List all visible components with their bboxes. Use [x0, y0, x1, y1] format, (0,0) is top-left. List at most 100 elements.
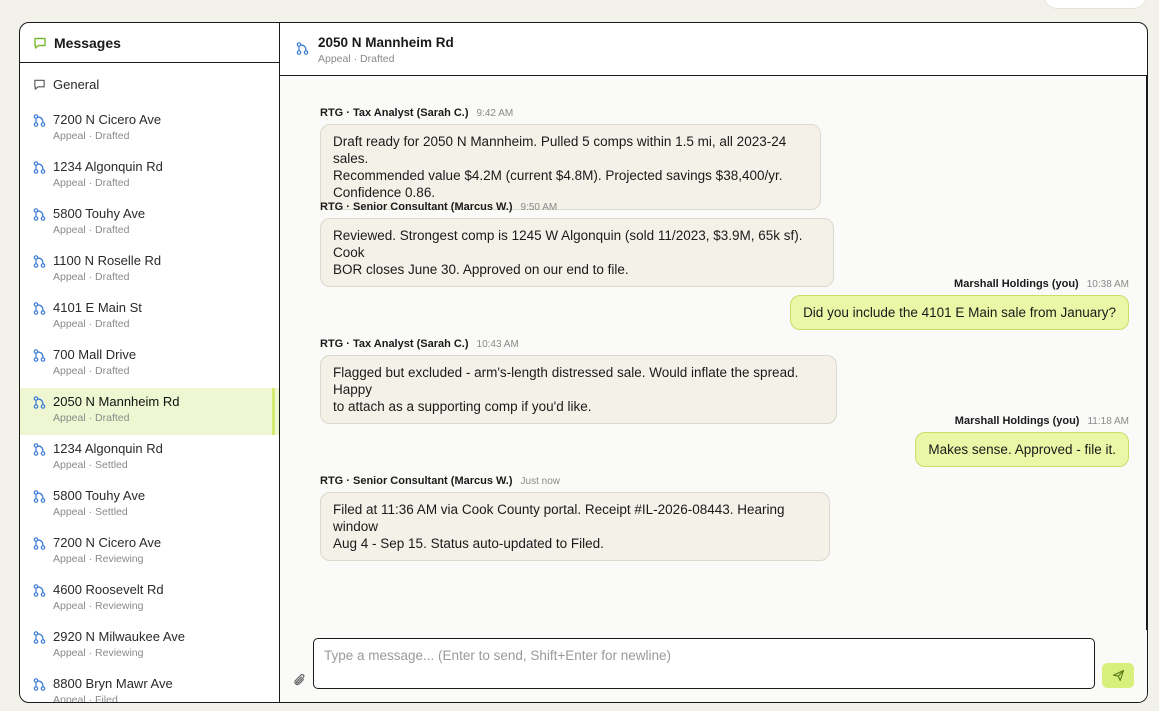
sidebar-conversation-item[interactable]: 7200 N Cicero Ave Appeal · Drafted — [20, 106, 279, 153]
message-sender: RTG · Tax Analyst (Sarah C.) — [320, 338, 469, 350]
sidebar-conversation-item[interactable]: 5800 Touhy Ave Appeal · Drafted — [20, 200, 279, 247]
message-bubble: Reviewed. Strongest comp is 1245 W Algon… — [320, 218, 834, 287]
chat-bubble-icon — [33, 78, 46, 91]
send-button[interactable] — [1102, 663, 1134, 688]
chat-title: 2050 N Mannheim Rd — [318, 35, 454, 50]
conversation-status: Appeal · Reviewing — [53, 553, 144, 565]
conversation-status: Appeal · Drafted — [53, 271, 130, 283]
conversation-name: 5800 Touhy Ave — [53, 488, 146, 503]
sidebar-header: Messages — [20, 23, 279, 63]
message-sender: RTG · Senior Consultant (Marcus W.) — [320, 475, 513, 487]
conversation-name: 2050 N Mannheim Rd — [53, 394, 180, 409]
chat-header: 2050 N Mannheim Rd Appeal · Drafted — [280, 23, 1147, 76]
sidebar-conversation-item[interactable]: 7200 N Cicero Ave Appeal · Reviewing — [20, 529, 279, 576]
conversation-name: 7200 N Cicero Ave — [53, 112, 162, 127]
git-branch-icon — [33, 161, 46, 174]
outgoing-message: Marshall Holdings (you) 10:38 AM Did you i… — [790, 277, 1129, 330]
message-line: Did you include the 4101 E Main sale fro… — [803, 305, 1116, 320]
conversation-status: Appeal · Drafted — [53, 365, 130, 377]
message-bubble: Makes sense. Approved - file it. — [915, 432, 1129, 467]
message-line: Filed at 11:36 AM via Cook County portal… — [333, 502, 785, 534]
outgoing-message: Marshall Holdings (you) 11:18 AM Makes sen… — [915, 414, 1129, 467]
conversation-name: 2920 N Milwaukee Ave — [53, 629, 186, 644]
conversation-name: 4600 Roosevelt Rd — [53, 582, 164, 597]
message-meta: Marshall Holdings (you) 10:38 AM — [790, 277, 1129, 292]
conversation-name: 7200 N Cicero Ave — [53, 535, 162, 550]
conversation-name: 4101 E Main St — [53, 300, 142, 315]
message-meta: RTG · Tax Analyst (Sarah C.) 10:43 AM — [320, 337, 837, 352]
message-line: Recommended value $4.2M (current $4.8M).… — [333, 168, 783, 183]
message-thread[interactable]: RTG · Tax Analyst (Sarah C.) 9:42 AM Draft… — [280, 76, 1147, 631]
incoming-message: RTG · Tax Analyst (Sarah C.) 9:42 AM Draft… — [320, 106, 821, 210]
message-meta: RTG · Senior Consultant (Marcus W.) 9:50 … — [320, 200, 834, 215]
conversation-general-label: General — [53, 77, 100, 92]
conversation-name: 8800 Bryn Mawr Ave — [53, 676, 173, 691]
incoming-message: RTG · Senior Consultant (Marcus W.) Just … — [320, 474, 830, 561]
message-bubble: Flagged but excluded - arm's-length dist… — [320, 355, 837, 424]
sidebar-conversation-item[interactable]: 4101 E Main St Appeal · Drafted — [20, 294, 279, 341]
message-line: BOR closes June 30. Approved on our end … — [333, 262, 629, 277]
message-sender: RTG · Tax Analyst (Sarah C.) — [320, 107, 469, 119]
sidebar-conversation-item[interactable]: 1234 Algonquin Rd Appeal · Settled — [20, 435, 279, 482]
message-bubble: Did you include the 4101 E Main sale fro… — [790, 295, 1129, 330]
conversation-general[interactable]: General — [20, 63, 279, 106]
conversation-status: Appeal · Drafted — [53, 412, 130, 424]
message-line: Reviewed. Strongest comp is 1245 W Algon… — [333, 228, 803, 260]
git-branch-icon — [33, 208, 46, 221]
git-branch-icon — [33, 443, 46, 456]
message-timestamp: 10:43 AM — [476, 339, 519, 350]
git-branch-icon — [33, 114, 46, 127]
message-sender: Marshall Holdings (you) — [954, 415, 1080, 427]
git-branch-icon — [33, 631, 46, 644]
message-sender: RTG · Senior Consultant (Marcus W.) — [320, 201, 513, 213]
conversation-name: 5800 Touhy Ave — [53, 206, 146, 221]
incoming-message: RTG · Tax Analyst (Sarah C.) 10:43 AM Flag… — [320, 337, 837, 424]
conversation-status: Appeal · Settled — [53, 506, 128, 518]
sidebar-conversation-item[interactable]: 2920 N Milwaukee Ave Appeal · Reviewing — [20, 623, 279, 670]
conversation-status: Appeal · Reviewing — [53, 600, 144, 612]
message-bubble: Draft ready for 2050 N Mannheim. Pulled … — [320, 124, 821, 210]
conversation-name: 1234 Algonquin Rd — [53, 159, 163, 174]
conversation-status: Appeal · Filed — [53, 694, 118, 702]
message-input[interactable] — [313, 638, 1095, 689]
message-timestamp: 11:18 AM — [1087, 416, 1129, 427]
message-timestamp: 10:38 AM — [1086, 279, 1129, 290]
sidebar: Messages General 7200 N Cicero Ave Appeal… — [20, 23, 280, 702]
conversation-list: General 7200 N Cicero Ave Appeal · Drafte… — [20, 63, 279, 702]
message-line: Aug 4 - Sep 15. Status auto-updated to F… — [333, 536, 604, 551]
messages-app: Messages General 7200 N Cicero Ave Appeal… — [19, 22, 1148, 703]
conversation-status: Appeal · Drafted — [53, 130, 130, 142]
sidebar-conversation-item[interactable]: 700 Mall Drive Appeal · Drafted — [20, 341, 279, 388]
paperclip-icon[interactable] — [293, 672, 307, 688]
conversation-name: 1100 N Roselle Rd — [53, 253, 162, 268]
message-timestamp: Just now — [520, 476, 560, 487]
chat-panel: 2050 N Mannheim Rd Appeal · Drafted RTG … — [280, 23, 1147, 702]
sidebar-conversation-item[interactable]: 5800 Touhy Ave Appeal · Settled — [20, 482, 279, 529]
scrollbar[interactable] — [1146, 76, 1147, 631]
sidebar-title: Messages — [54, 34, 121, 51]
git-branch-icon — [296, 42, 309, 55]
message-meta: RTG · Tax Analyst (Sarah C.) 9:42 AM — [320, 106, 821, 121]
conversation-status: Appeal · Drafted — [53, 177, 130, 189]
sidebar-conversation-item[interactable]: 2050 N Mannheim Rd Appeal · Drafted — [20, 388, 279, 435]
message-timestamp: 9:42 AM — [476, 108, 514, 119]
top-pill — [1043, 0, 1147, 9]
message-line: Makes sense. Approved - file it. — [928, 442, 1116, 457]
conversation-status: Appeal · Settled — [53, 459, 128, 471]
composer — [280, 630, 1147, 702]
sidebar-conversation-item[interactable]: 8800 Bryn Mawr Ave Appeal · Filed — [20, 670, 279, 702]
sidebar-conversation-item[interactable]: 1100 N Roselle Rd Appeal · Drafted — [20, 247, 279, 294]
git-branch-icon — [33, 537, 46, 550]
sidebar-conversation-item[interactable]: 1234 Algonquin Rd Appeal · Drafted — [20, 153, 279, 200]
conversation-status: Appeal · Drafted — [53, 318, 130, 330]
message-meta: Marshall Holdings (you) 11:18 AM — [915, 414, 1129, 429]
git-branch-icon — [33, 490, 46, 503]
git-branch-icon — [33, 584, 46, 597]
conversation-status: Appeal · Reviewing — [53, 647, 144, 659]
chat-subtitle: Appeal · Drafted — [318, 53, 395, 65]
conversation-status: Appeal · Drafted — [53, 224, 130, 236]
git-branch-icon — [33, 678, 46, 691]
message-line: Confidence 0.86. — [333, 185, 436, 200]
conversation-name: 700 Mall Drive — [53, 347, 137, 362]
sidebar-conversation-item[interactable]: 4600 Roosevelt Rd Appeal · Reviewing — [20, 576, 279, 623]
